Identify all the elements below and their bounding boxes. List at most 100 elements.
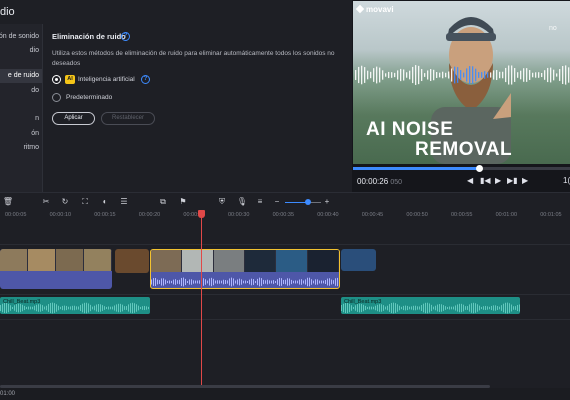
waveform-bar <box>269 280 270 284</box>
audio-clip[interactable]: Chill_Beat.mp3 <box>0 297 150 314</box>
timeline-ruler[interactable]: 00:00:05 00:00:10 00:00:15 00:00:20 00:00:25… <box>0 210 570 224</box>
waveform-bar <box>343 303 344 313</box>
video-clip[interactable] <box>341 249 376 271</box>
waveform-bar <box>371 306 372 310</box>
play-icon[interactable]: ▶ <box>495 176 501 185</box>
zoom-slider[interactable] <box>285 199 321 205</box>
playhead[interactable] <box>201 210 202 386</box>
step-back-icon[interactable]: ▮◀ <box>480 176 491 185</box>
previous-icon[interactable]: ◀ <box>467 176 473 185</box>
waveform-bar <box>409 306 410 310</box>
volume-label: 1( <box>563 176 570 185</box>
video-preview[interactable]: movavi no AI NOISE REMOVAL <box>353 1 570 164</box>
waveform-bar <box>171 280 172 284</box>
trash-icon[interactable]: 🗑 <box>2 196 14 208</box>
waveform-bar <box>382 70 384 80</box>
waveform-bar <box>34 305 35 311</box>
waveform-bar <box>421 68 423 82</box>
waveform-bar <box>430 68 432 82</box>
video-clip[interactable] <box>0 249 112 289</box>
help-icon[interactable]: ? <box>141 75 150 84</box>
step-forward-icon[interactable]: ▶▮ <box>507 176 518 185</box>
video-clip[interactable] <box>115 249 149 273</box>
flag-icon[interactable]: ⚑ <box>177 196 189 208</box>
shield-icon[interactable]: ⛨ <box>216 196 228 208</box>
waveform-bar <box>341 305 342 311</box>
waveform-bar <box>159 280 160 284</box>
menu-icon[interactable]: ≡ <box>254 196 266 208</box>
ruler-tick: 00:00:05 <box>5 212 27 218</box>
panel-title: Eliminación de ruido <box>52 32 126 41</box>
apply-button[interactable]: Aplicar <box>52 112 95 125</box>
clip-waveform <box>151 277 338 287</box>
waveform-bar <box>413 305 414 311</box>
playhead-handle[interactable] <box>198 210 205 218</box>
reset-button[interactable]: Restablecer <box>101 112 155 125</box>
waveform-bar <box>271 280 272 284</box>
next-icon[interactable]: ▶ <box>522 176 528 185</box>
zoom-handle[interactable] <box>305 199 312 205</box>
waveform-bar <box>391 302 392 314</box>
option-ai-label[interactable]: Inteligencia artificial <box>78 76 135 83</box>
scrubber-handle[interactable] <box>475 165 483 172</box>
color-icon[interactable]: ◐ <box>99 196 111 208</box>
waveform-bar <box>435 305 436 311</box>
list-icon[interactable]: ☰ <box>118 196 130 208</box>
waveform-bar <box>357 304 358 312</box>
mic-icon[interactable]: 🎙 <box>236 196 248 208</box>
waveform-bar <box>243 280 244 284</box>
waveform-bar <box>287 278 288 286</box>
waveform-bar <box>431 304 432 312</box>
waveform-bar <box>477 304 478 312</box>
waveform-bar <box>393 302 394 314</box>
preview-scrubber[interactable] <box>353 165 570 172</box>
sidebar-item-4[interactable]: do <box>0 84 42 98</box>
waveform-bar <box>303 280 304 284</box>
waveform-bar <box>388 71 390 79</box>
waveform-graphic <box>355 65 570 85</box>
sidebar-item-audio[interactable]: dio <box>0 44 42 58</box>
noise-removal-panel: Eliminación de ruido ? Utiliza estos mét… <box>44 24 352 192</box>
waveform-bar <box>364 67 366 83</box>
timecode: 00:00:26 050 <box>357 177 402 186</box>
audio-clip[interactable]: Chill_Beat.mp3 <box>341 297 520 314</box>
waveform-bar <box>106 306 107 310</box>
redo-icon[interactable]: ↻ <box>59 196 71 208</box>
overlay-title-line1: AI NOISE <box>366 119 454 140</box>
radio-default[interactable] <box>52 93 61 102</box>
zoom-out-icon[interactable]: − <box>271 196 283 208</box>
help-icon[interactable]: ? <box>121 32 130 41</box>
sidebar-item-label: e de ruido <box>7 72 39 79</box>
waveform-bar <box>484 71 486 79</box>
waveform-bar <box>78 306 79 310</box>
waveform-bar <box>273 280 274 284</box>
sidebar-item-5[interactable]: n <box>0 112 42 126</box>
copy-icon[interactable]: ⧉ <box>157 196 169 208</box>
ruler-tick: 00:00:20 <box>138 212 161 218</box>
sidebar-item-noise-removal[interactable]: e de ruido <box>0 69 42 83</box>
cut-icon[interactable]: ✂ <box>40 196 52 208</box>
sidebar-item-rhythm[interactable]: ritmo <box>0 141 42 155</box>
waveform-bar <box>138 305 139 311</box>
sidebar-item-6[interactable]: ón <box>0 127 42 141</box>
zoom-in-icon[interactable]: + <box>321 196 333 208</box>
sidebar-item-sound-improvement[interactable]: ón de sonido <box>0 30 42 44</box>
waveform-bar <box>485 305 486 311</box>
waveform-bar <box>496 69 498 81</box>
timeline-toolbar: 🗑 ✂ ↻ ⛶ ◐ ☰ ⧉ ⚑ ⛨ 🎙 ≡ − + <box>0 192 570 210</box>
waveform-bar <box>568 67 570 83</box>
waveform-bar <box>365 305 366 311</box>
waveform-bar <box>8 303 9 313</box>
waveform-bar <box>275 280 276 284</box>
timeline-tracks[interactable]: Chill_Beat.mp3 Chill_Beat.mp3 <box>0 224 570 400</box>
waveform-bar <box>80 305 81 311</box>
waveform-bar <box>529 70 531 80</box>
video-clip-selected[interactable] <box>150 249 340 289</box>
waveform-bar <box>191 279 192 285</box>
waveform-bar <box>309 277 310 287</box>
crop-icon[interactable]: ⛶ <box>79 196 91 208</box>
waveform-bar <box>94 305 95 311</box>
option-default-label[interactable]: Predeterminado <box>66 94 112 101</box>
waveform-bar <box>425 302 426 314</box>
radio-ai[interactable] <box>52 75 61 84</box>
